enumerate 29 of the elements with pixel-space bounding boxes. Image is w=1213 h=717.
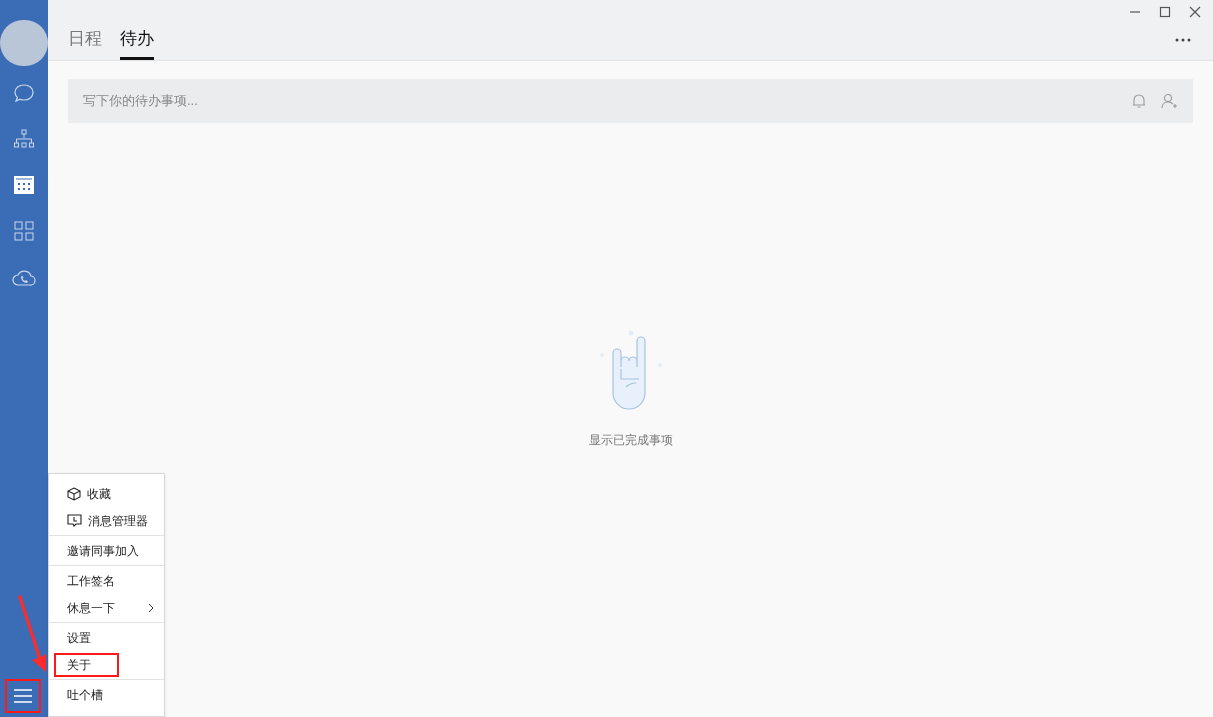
menu-item[interactable]: 关于 <box>49 651 164 678</box>
menu-item[interactable]: 收藏 <box>49 480 164 507</box>
org-chart-icon[interactable] <box>13 128 35 150</box>
maximize-icon[interactable] <box>1159 6 1171 18</box>
todo-input-bar[interactable]: 写下你的待办事项... <box>68 79 1193 123</box>
menu-item[interactable]: 设置 <box>49 624 164 651</box>
menu-item[interactable]: 休息一下 <box>49 594 164 621</box>
close-icon[interactable] <box>1189 6 1201 18</box>
more-icon[interactable] <box>1175 38 1191 42</box>
message-clock-icon <box>67 513 82 528</box>
tab[interactable]: 日程 <box>68 25 102 60</box>
menu-item[interactable]: 消息管理器 <box>49 507 164 534</box>
calendar-icon[interactable] <box>13 174 35 196</box>
bell-icon[interactable] <box>1131 93 1147 109</box>
menu-item[interactable]: 邀请同事加入 <box>49 537 164 564</box>
tab[interactable]: 待办 <box>120 25 154 60</box>
menu-item[interactable]: 工作签名 <box>49 567 164 594</box>
chevron-right-icon <box>148 602 154 613</box>
add-person-icon[interactable] <box>1161 93 1178 109</box>
todo-input-field[interactable]: 写下你的待办事项... <box>83 91 1131 111</box>
highlight-box: 关于 <box>54 652 119 677</box>
show-completed-link[interactable]: 显示已完成事项 <box>588 431 673 449</box>
menu-icon <box>14 689 32 703</box>
menu-button[interactable] <box>5 679 41 713</box>
avatar[interactable] <box>0 20 48 66</box>
menu-item[interactable]: 吐个槽 <box>49 681 164 708</box>
apps-grid-icon[interactable] <box>13 220 35 242</box>
chat-icon[interactable] <box>13 82 35 104</box>
cube-icon <box>67 486 81 501</box>
